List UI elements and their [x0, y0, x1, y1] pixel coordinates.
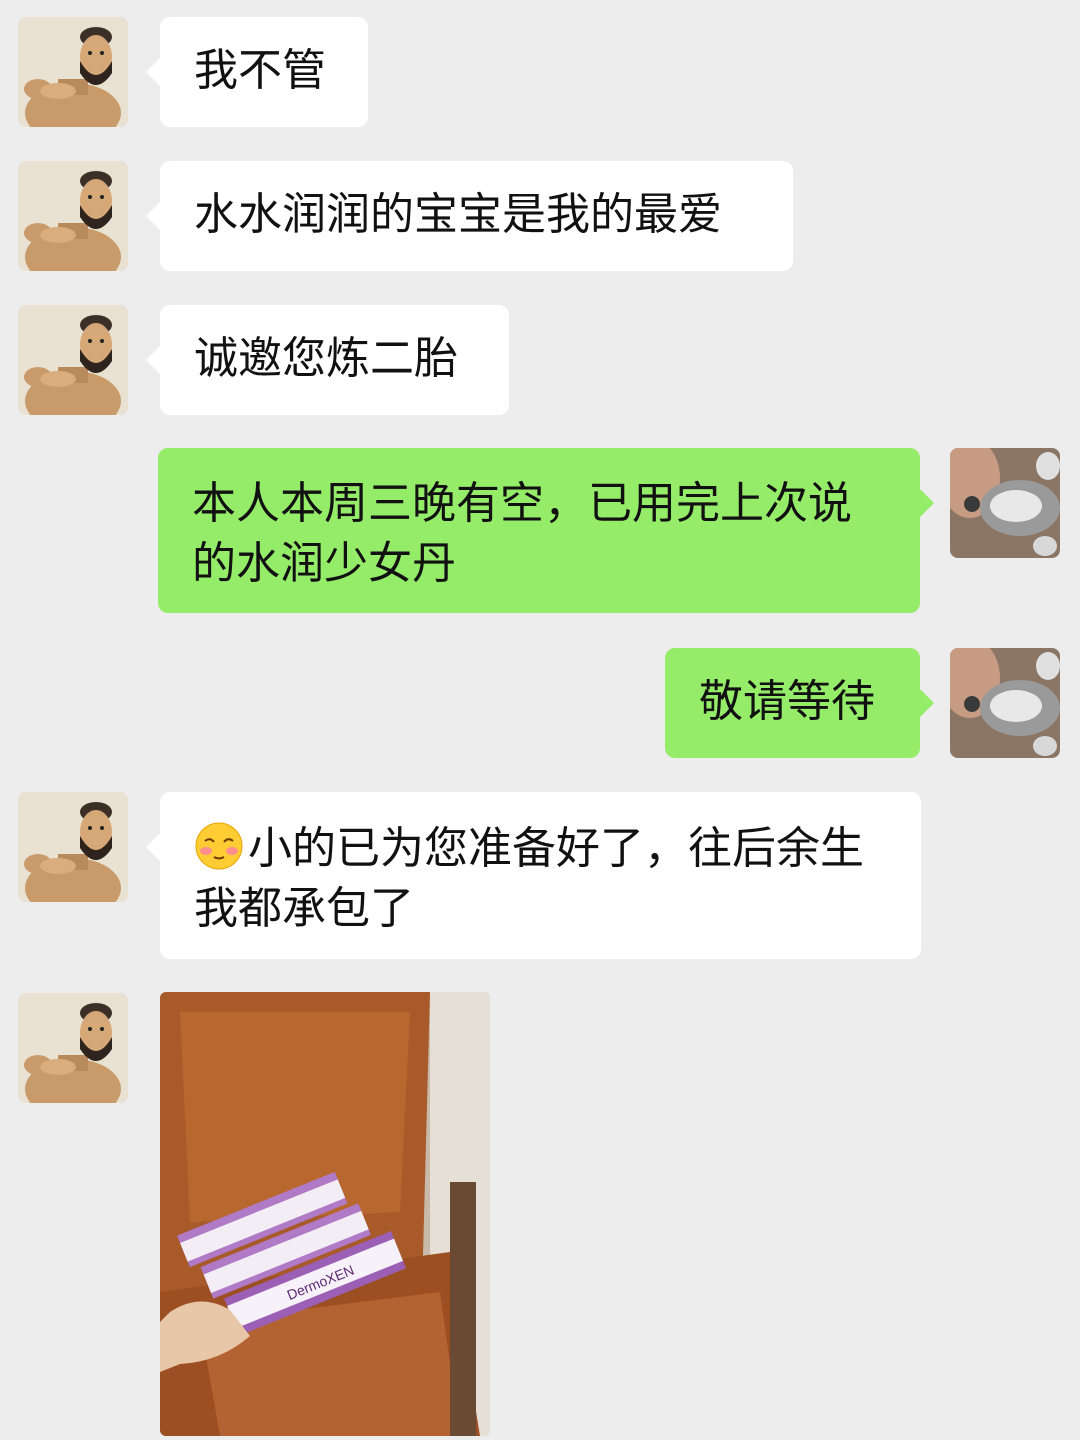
product-photo-image: DermoXEN	[160, 992, 490, 1436]
bubble-tail	[146, 833, 160, 861]
message-bubble-2[interactable]: 水水润润的宝宝是我的最爱	[160, 161, 793, 271]
bubble-tail	[920, 689, 934, 717]
message-text-line-1: 小的已为您准备好了，往后余生	[194, 819, 887, 879]
bubble-tail	[146, 58, 160, 86]
message-text: 诚邀您炼二胎	[194, 333, 458, 384]
message-bubble-4[interactable]: 本人本周三晚有空，已用完上次说 的水润少女丹	[158, 448, 920, 613]
message-text-line-2: 的水润少女丹	[192, 538, 456, 589]
contact-avatar[interactable]	[18, 17, 128, 127]
self-avatar[interactable]	[950, 448, 1060, 558]
bubble-tail	[920, 489, 934, 517]
muscular-man-avatar-icon	[18, 993, 128, 1103]
photo-message[interactable]: DermoXEN	[160, 992, 490, 1436]
message-bubble-5[interactable]: 敬请等待	[665, 648, 920, 758]
message-bubble-6[interactable]: 小的已为您准备好了，往后余生 我都承包了	[160, 792, 921, 959]
blushing-face-emoji-icon	[195, 822, 243, 870]
self-avatar[interactable]	[950, 648, 1060, 758]
bubble-tail	[146, 202, 160, 230]
muscular-man-avatar-icon	[18, 17, 128, 127]
message-text-line-1: 本人本周三晚有空，已用完上次说	[192, 478, 852, 529]
contact-avatar[interactable]	[18, 161, 128, 271]
message-text: 敬请等待	[699, 676, 875, 727]
contact-avatar[interactable]	[18, 792, 128, 902]
cat-photo-avatar-icon	[950, 448, 1060, 558]
muscular-man-avatar-icon	[18, 305, 128, 415]
message-text-line-2: 我都承包了	[194, 883, 414, 934]
muscular-man-avatar-icon	[18, 161, 128, 271]
contact-avatar[interactable]	[18, 993, 128, 1103]
bubble-tail	[146, 346, 160, 374]
contact-avatar[interactable]	[18, 305, 128, 415]
cat-photo-avatar-icon	[950, 648, 1060, 758]
message-bubble-3[interactable]: 诚邀您炼二胎	[160, 305, 509, 415]
message-bubble-1[interactable]: 我不管	[160, 17, 368, 127]
muscular-man-avatar-icon	[18, 792, 128, 902]
message-text: 我不管	[194, 45, 326, 96]
message-text: 水水润润的宝宝是我的最爱	[194, 189, 722, 240]
